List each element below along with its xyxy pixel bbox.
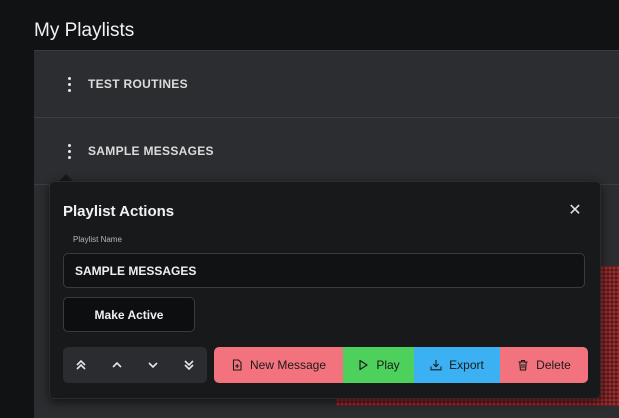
- playlist-name-label: Playlist Name: [73, 235, 122, 244]
- popover-title: Playlist Actions: [63, 203, 175, 220]
- close-button[interactable]: ✕: [566, 202, 584, 220]
- make-active-button[interactable]: Make Active: [63, 297, 195, 332]
- move-top-icon[interactable]: [70, 354, 92, 376]
- move-bottom-icon[interactable]: [178, 354, 200, 376]
- play-label: Play: [376, 358, 400, 372]
- move-button-group: [63, 347, 207, 383]
- export-label: Export: [449, 358, 484, 372]
- action-button-group: New Message Play Export Delete: [214, 347, 588, 383]
- playlist-row-test-routines[interactable]: TEST ROUTINES: [34, 51, 619, 118]
- move-up-icon[interactable]: [106, 354, 128, 376]
- download-icon: [430, 360, 442, 371]
- trash-icon: [518, 359, 528, 371]
- playlist-label: TEST ROUTINES: [88, 77, 188, 91]
- export-button[interactable]: Export: [414, 347, 500, 383]
- new-file-icon: [232, 359, 242, 371]
- kebab-menu-icon[interactable]: [64, 76, 74, 92]
- new-message-label: New Message: [249, 358, 327, 372]
- page-title: My Playlists: [34, 20, 135, 41]
- playlist-name-input[interactable]: [63, 253, 585, 288]
- new-message-button[interactable]: New Message: [214, 347, 343, 383]
- playlist-row-sample-messages[interactable]: SAMPLE MESSAGES: [34, 118, 619, 185]
- move-down-icon[interactable]: [142, 354, 164, 376]
- playlist-label: SAMPLE MESSAGES: [88, 144, 214, 158]
- play-button[interactable]: Play: [343, 347, 414, 383]
- play-icon: [359, 359, 368, 371]
- playlist-actions-popover: Playlist Actions ✕ Playlist Name Make Ac…: [49, 181, 601, 399]
- delete-button[interactable]: Delete: [500, 347, 588, 383]
- delete-label: Delete: [536, 358, 571, 372]
- kebab-menu-icon[interactable]: [64, 143, 74, 159]
